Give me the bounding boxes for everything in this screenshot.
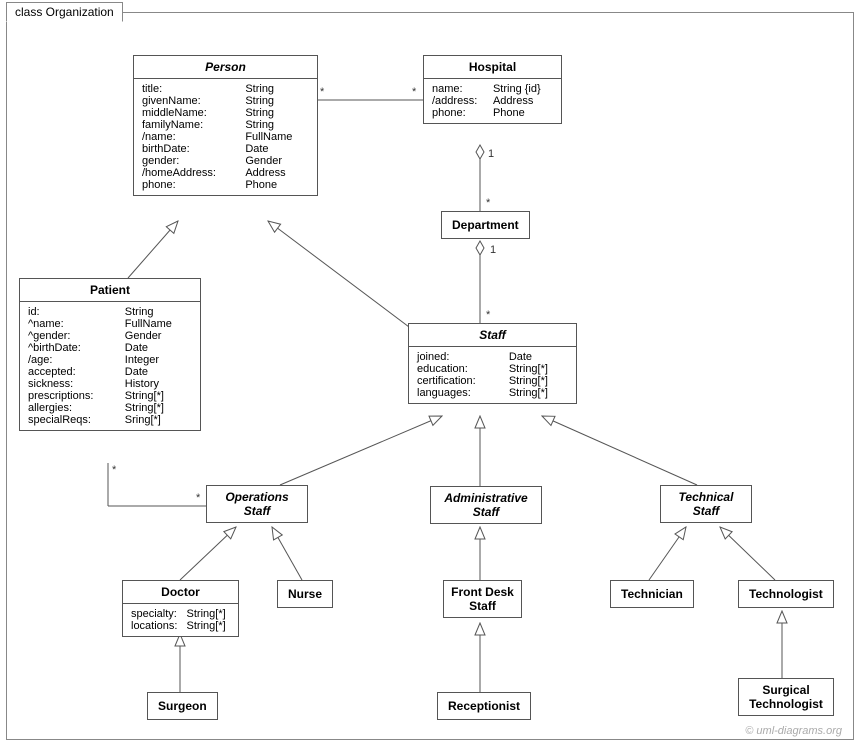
class-technologist: Technologist [738, 580, 834, 608]
class-nurse: Nurse [277, 580, 333, 608]
diagram-frame: class Organization [0, 0, 860, 747]
class-frontdesk: Front DeskStaff [443, 580, 522, 618]
class-person-title: Person [134, 56, 317, 79]
class-staff-body: joined:Dateeducation:String[*]certificat… [409, 347, 576, 403]
watermark: © uml-diagrams.org [745, 725, 842, 737]
class-person-body: title:StringgivenName:StringmiddleName:S… [134, 79, 317, 195]
mult-dept-staff-s: * [486, 309, 490, 321]
frame-title: class Organization [6, 2, 123, 22]
class-receptionist: Receptionist [437, 692, 531, 720]
class-admin-staff-title: AdministrativeStaff [431, 487, 541, 523]
class-hospital-title: Hospital [424, 56, 561, 79]
mult-dept-staff-1: 1 [490, 244, 496, 256]
class-person: Person title:StringgivenName:Stringmiddl… [133, 55, 318, 196]
class-hospital-body: name:String {id}/address:Addressphone:Ph… [424, 79, 561, 123]
class-ops-staff-title: OperationsStaff [207, 486, 307, 522]
class-ops-staff: OperationsStaff [206, 485, 308, 523]
mult-hosp-dept-1: 1 [488, 148, 494, 160]
class-surgtech: SurgicalTechnologist [738, 678, 834, 716]
class-staff-title: Staff [409, 324, 576, 347]
class-doctor: Doctor specialty:String[*]locations:Stri… [122, 580, 239, 637]
class-doctor-body: specialty:String[*]locations:String[*] [123, 604, 238, 636]
mult-patient-ops-l: * [112, 464, 116, 476]
class-tech-staff-title: TechnicalStaff [661, 486, 751, 522]
mult-person-hosp-r: * [412, 86, 416, 98]
class-patient-title: Patient [20, 279, 200, 302]
mult-person-hosp-l: * [320, 86, 324, 98]
class-hospital: Hospital name:String {id}/address:Addres… [423, 55, 562, 124]
mult-patient-ops-r: * [196, 492, 200, 504]
class-tech-staff: TechnicalStaff [660, 485, 752, 523]
class-surgeon: Surgeon [147, 692, 218, 720]
class-frontdesk-title: Front DeskStaff [444, 581, 521, 617]
class-technician: Technician [610, 580, 694, 608]
class-surgtech-title: SurgicalTechnologist [739, 679, 833, 715]
class-staff: Staff joined:Dateeducation:String[*]cert… [408, 323, 577, 404]
class-patient: Patient id:String^name:FullName^gender:G… [19, 278, 201, 431]
class-patient-body: id:String^name:FullName^gender:Gender^bi… [20, 302, 200, 430]
mult-hosp-dept-s: * [486, 197, 490, 209]
class-doctor-title: Doctor [123, 581, 238, 604]
class-department: Department [441, 211, 530, 239]
class-admin-staff: AdministrativeStaff [430, 486, 542, 524]
